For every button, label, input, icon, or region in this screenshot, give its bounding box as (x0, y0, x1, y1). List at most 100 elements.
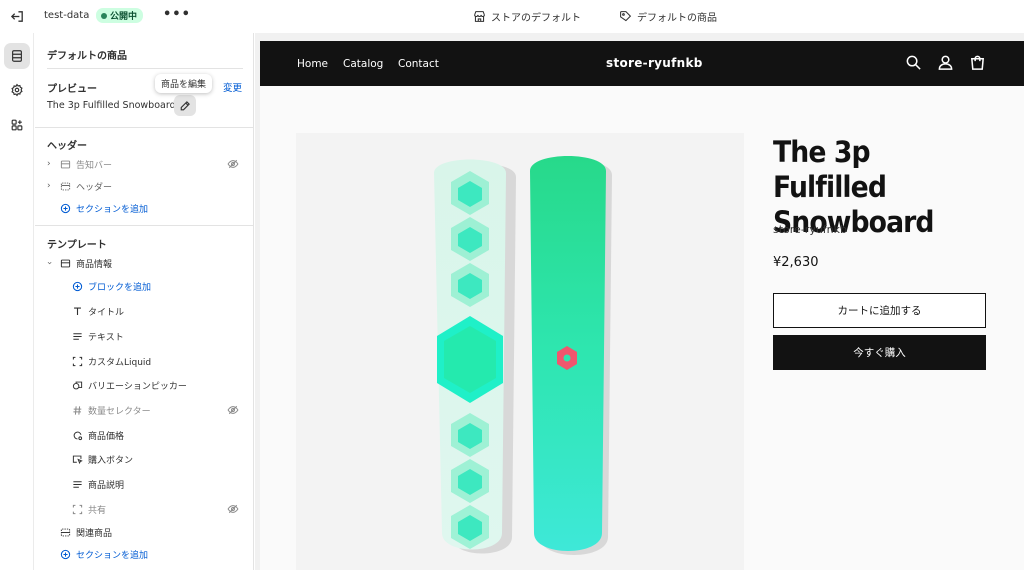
template-selector[interactable]: デフォルトの商品 (619, 9, 717, 24)
tag-icon (620, 11, 632, 22)
store-name: test-data (44, 10, 90, 21)
sections-tab[interactable] (4, 43, 30, 69)
apps-tab[interactable] (4, 112, 30, 138)
eye-hidden-icon[interactable] (227, 503, 239, 515)
product-image (296, 133, 744, 570)
divider (47, 68, 243, 69)
exit-icon[interactable] (10, 9, 25, 24)
divider (35, 127, 253, 128)
related-section-icon (60, 528, 71, 536)
hash-icon (73, 405, 82, 415)
add-block-button[interactable]: ブロックを追加 (35, 276, 253, 296)
more-actions-button[interactable]: ••• (163, 7, 191, 22)
chevron-right-icon[interactable]: › (47, 181, 51, 191)
block-label: バリエーションピッカー (88, 381, 187, 392)
tree-item-header[interactable]: › ヘッダー (35, 176, 253, 196)
block-description[interactable]: 商品説明 (35, 474, 253, 494)
add-to-cart-button[interactable]: カートに追加する (773, 293, 986, 328)
preview-area: Home Catalog Contact store-ryufnkb The 3… (255, 33, 1024, 570)
eye-hidden-icon[interactable] (227, 158, 239, 170)
add-circle-icon (72, 281, 83, 291)
template-group-heading: テンプレート (47, 240, 107, 251)
apps-icon (11, 119, 23, 131)
block-label: 購入ボタン (88, 455, 134, 466)
preview-heading: プレビュー (47, 84, 97, 95)
block-label: 共有 (88, 505, 107, 516)
settings-tab[interactable] (4, 77, 30, 103)
block-label: 商品説明 (88, 480, 125, 491)
status-dot-icon (101, 12, 107, 19)
preview-product-name: The 3p Fulfilled Snowboard (47, 100, 176, 111)
tree-item-label: 告知バー (76, 160, 113, 171)
chevron-down-icon[interactable]: › (44, 261, 54, 265)
block-label: 商品価格 (88, 431, 125, 442)
snowboard-image (434, 156, 612, 555)
section-icon (60, 160, 71, 168)
block-label: 数量セレクター (88, 406, 151, 417)
block-label: タイトル (88, 307, 125, 318)
store-icon (474, 11, 485, 22)
product-price: ¥2,630 (773, 255, 819, 270)
add-section-template[interactable]: セクションを追加 (35, 544, 253, 564)
nav-link-catalog[interactable]: Catalog (343, 58, 383, 70)
icon-rail (0, 33, 34, 570)
theme-selector[interactable]: ストアのデフォルト (473, 9, 581, 24)
nav-link-contact[interactable]: Contact (398, 58, 439, 70)
block-price[interactable]: 商品価格 (35, 425, 253, 445)
block-label: カスタムLiquid (88, 357, 152, 368)
status-badge: 公開中 (96, 8, 144, 23)
store-logo[interactable]: store-ryufnkb (606, 56, 703, 70)
block-text[interactable]: テキスト (35, 326, 253, 346)
nav-link-home[interactable]: Home (297, 58, 328, 70)
custom-block-icon (72, 356, 83, 366)
top-bar: test-data 公開中 ••• ストアのデフォルト デフォルトの商品 (0, 0, 1024, 33)
add-section-label: セクションを追加 (76, 204, 149, 215)
text-lines-icon (73, 480, 82, 488)
cursor-click-icon (72, 455, 83, 464)
tree-item-product-info[interactable]: › 商品情報 (35, 253, 253, 273)
theme-label: ストアのデフォルト (491, 13, 581, 24)
eye-hidden-icon[interactable] (227, 404, 239, 416)
header-section-icon (60, 182, 71, 190)
template-label: デフォルトの商品 (637, 13, 717, 24)
edit-product-tooltip: 商品を編集 (155, 74, 213, 93)
tree-item-label: ヘッダー (76, 182, 113, 193)
tree-item-label: 関連商品 (76, 528, 113, 539)
price-icon (73, 431, 83, 440)
status-label: 公開中 (110, 12, 138, 22)
header-group-heading: ヘッダー (47, 141, 87, 152)
tree-item-related-products[interactable]: 関連商品 (35, 522, 253, 542)
tree-item-announcement-bar[interactable]: › 告知バー (35, 154, 253, 174)
change-preview-link[interactable]: 変更 (223, 80, 242, 94)
add-section-header-group[interactable]: セクションを追加 (35, 198, 253, 218)
block-title[interactable]: タイトル (35, 301, 253, 321)
sections-panel: デフォルトの商品 プレビュー 変更 The 3p Fulfilled Snowb… (35, 33, 254, 570)
account-icon[interactable] (937, 54, 954, 71)
edit-product-button[interactable] (174, 95, 196, 116)
cart-icon[interactable] (969, 54, 986, 71)
chevron-right-icon[interactable]: › (47, 159, 51, 169)
block-label: テキスト (88, 332, 124, 343)
search-icon[interactable] (905, 54, 922, 71)
add-circle-icon (60, 203, 71, 213)
tree-item-label: 商品情報 (76, 259, 113, 270)
gear-icon (11, 83, 23, 97)
block-quantity-selector[interactable]: 数量セレクター (35, 400, 253, 420)
add-block-label: ブロックを追加 (88, 282, 152, 293)
buy-now-button[interactable]: 今すぐ購入 (773, 335, 986, 370)
block-variant-picker[interactable]: バリエーションピッカー (35, 375, 253, 395)
block-buy-buttons[interactable]: 購入ボタン (35, 449, 253, 469)
text-t-icon (74, 307, 81, 315)
add-section-label: セクションを追加 (76, 550, 149, 561)
block-share[interactable]: 共有 (35, 499, 253, 519)
product-vendor: store-ryufnkb (773, 223, 847, 236)
storefront-preview: Home Catalog Contact store-ryufnkb The 3… (260, 41, 1024, 570)
pencil-icon (180, 100, 190, 110)
text-lines-icon (73, 332, 82, 340)
block-custom-liquid[interactable]: カスタムLiquid (35, 351, 253, 371)
variant-icon (72, 381, 83, 389)
sections-icon (12, 50, 22, 62)
store-header: Home Catalog Contact store-ryufnkb (260, 41, 1024, 86)
add-circle-icon (60, 549, 71, 559)
section-icon (60, 259, 71, 267)
